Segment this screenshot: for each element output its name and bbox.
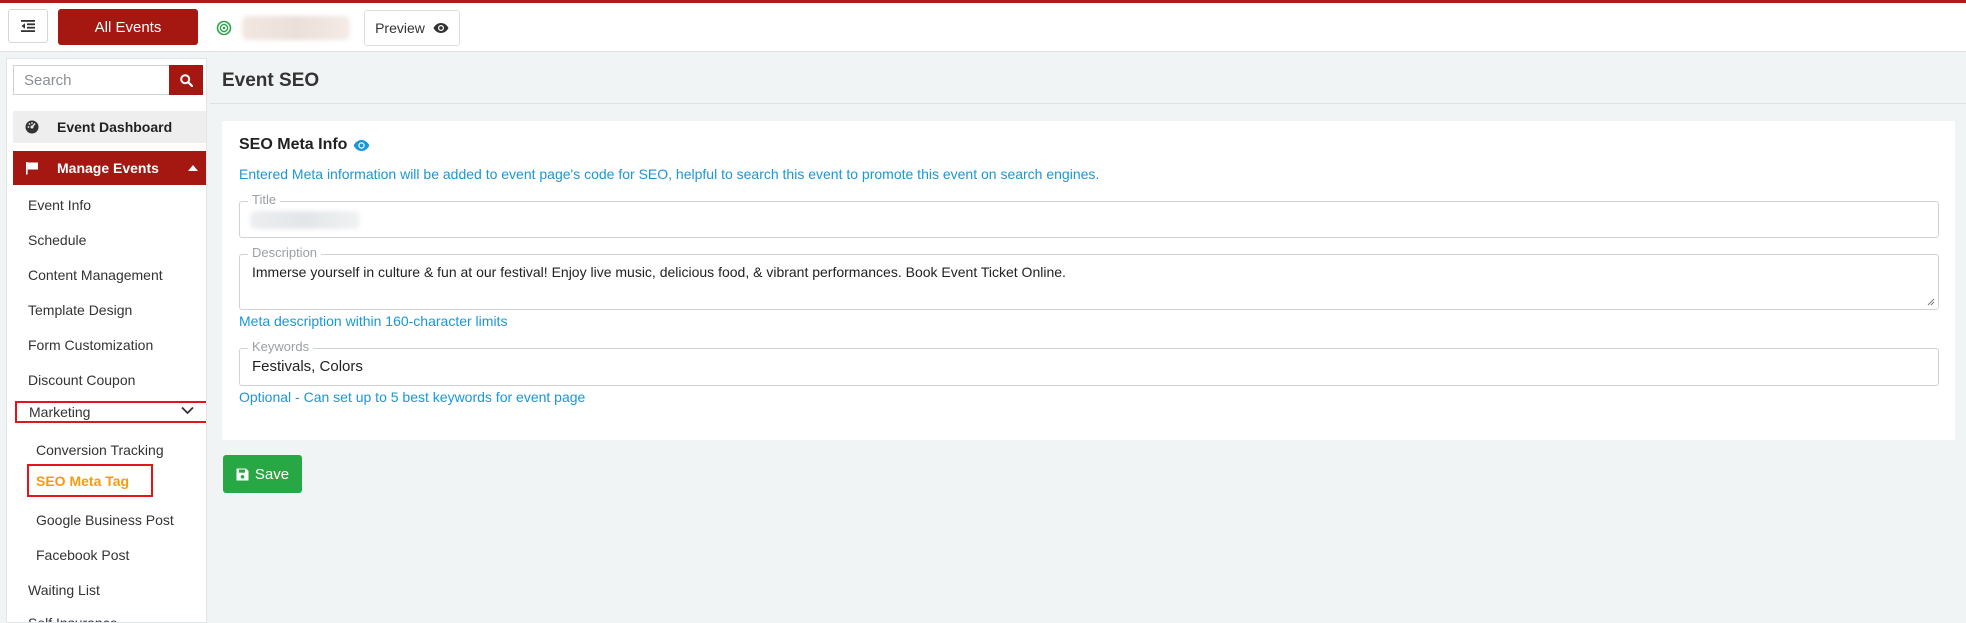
description-value: Immerse yourself in culture & fun at our…: [252, 264, 1066, 280]
seo-meta-card: SEO Meta Info Entered Meta information w…: [222, 121, 1955, 440]
sidebar-item-label: SEO Meta Tag: [36, 473, 130, 489]
keywords-legend: Keywords: [248, 340, 314, 354]
card-header: SEO Meta Info: [239, 136, 370, 154]
sidebar-item-label: Manage Events: [57, 160, 159, 176]
eye-icon[interactable]: [353, 139, 370, 152]
keywords-value: Festivals, Colors: [252, 358, 363, 375]
description-field[interactable]: Description Immerse yourself in culture …: [239, 246, 1939, 310]
sidebar-item-label: Event Dashboard: [57, 119, 173, 135]
event-name-redacted: [242, 16, 350, 40]
seo-info-note: Entered Meta information will be added t…: [239, 166, 1100, 182]
menu-collapse-icon: [21, 20, 35, 32]
sidebar-search: [13, 65, 203, 95]
keywords-field[interactable]: Keywords Festivals, Colors: [239, 340, 1939, 386]
sidebar-item-event-dashboard[interactable]: Event Dashboard: [13, 111, 206, 143]
resize-grip-icon[interactable]: [1927, 298, 1935, 306]
title-legend: Title: [248, 193, 281, 207]
card-title: SEO Meta Info: [239, 136, 348, 153]
top-bar: All Events Preview: [0, 0, 1966, 52]
sidebar-item-schedule[interactable]: Schedule: [28, 230, 86, 250]
live-target-icon: [216, 20, 232, 36]
keywords-help: Optional - Can set up to 5 best keywords…: [239, 389, 586, 405]
dashboard-gauge-icon: [25, 120, 39, 134]
floppy-disk-icon: [236, 468, 249, 480]
title-field[interactable]: Title: [239, 193, 1939, 238]
preview-label: Preview: [375, 20, 425, 36]
search-icon: [179, 73, 193, 87]
sidebar-item-content-management[interactable]: Content Management: [28, 265, 163, 285]
sidebar-subitem-conversion-tracking[interactable]: Conversion Tracking: [36, 440, 164, 460]
sidebar-item-marketing[interactable]: Marketing: [15, 401, 206, 423]
title-divider: [210, 103, 1966, 104]
sidebar: Event Dashboard Manage Events Event Info…: [6, 58, 207, 623]
sidebar-subitem-facebook-post[interactable]: Facebook Post: [36, 545, 129, 565]
flag-icon: [26, 162, 38, 175]
page-title: Event SEO: [222, 70, 320, 91]
all-events-button[interactable]: All Events: [58, 9, 198, 45]
save-button[interactable]: Save: [223, 455, 302, 493]
chevron-down-icon: [181, 406, 194, 415]
sidebar-item-form-customization[interactable]: Form Customization: [28, 335, 153, 355]
description-help: Meta description within 160-character li…: [239, 313, 508, 329]
search-input[interactable]: [13, 65, 169, 95]
sidebar-item-waiting-list[interactable]: Waiting List: [28, 580, 100, 600]
sidebar-toggle-button[interactable]: [8, 9, 48, 43]
title-value-redacted: [250, 211, 360, 229]
preview-button[interactable]: Preview: [364, 10, 460, 46]
sidebar-item-event-info[interactable]: Event Info: [28, 195, 91, 215]
sidebar-item-discount-coupon[interactable]: Discount Coupon: [28, 370, 135, 390]
sidebar-item-manage-events[interactable]: Manage Events: [13, 151, 206, 185]
sidebar-item-self-insurance[interactable]: Self Insurance: [28, 613, 118, 622]
sidebar-subitem-seo-meta-tag[interactable]: SEO Meta Tag: [27, 464, 153, 497]
search-button[interactable]: [169, 65, 203, 95]
sidebar-item-label: Marketing: [29, 404, 91, 420]
eye-icon: [433, 23, 449, 33]
caret-up-icon: [188, 165, 198, 171]
sidebar-item-template-design[interactable]: Template Design: [28, 300, 132, 320]
description-legend: Description: [248, 246, 322, 260]
save-label: Save: [254, 465, 290, 483]
sidebar-subitem-google-business-post[interactable]: Google Business Post: [36, 510, 174, 530]
